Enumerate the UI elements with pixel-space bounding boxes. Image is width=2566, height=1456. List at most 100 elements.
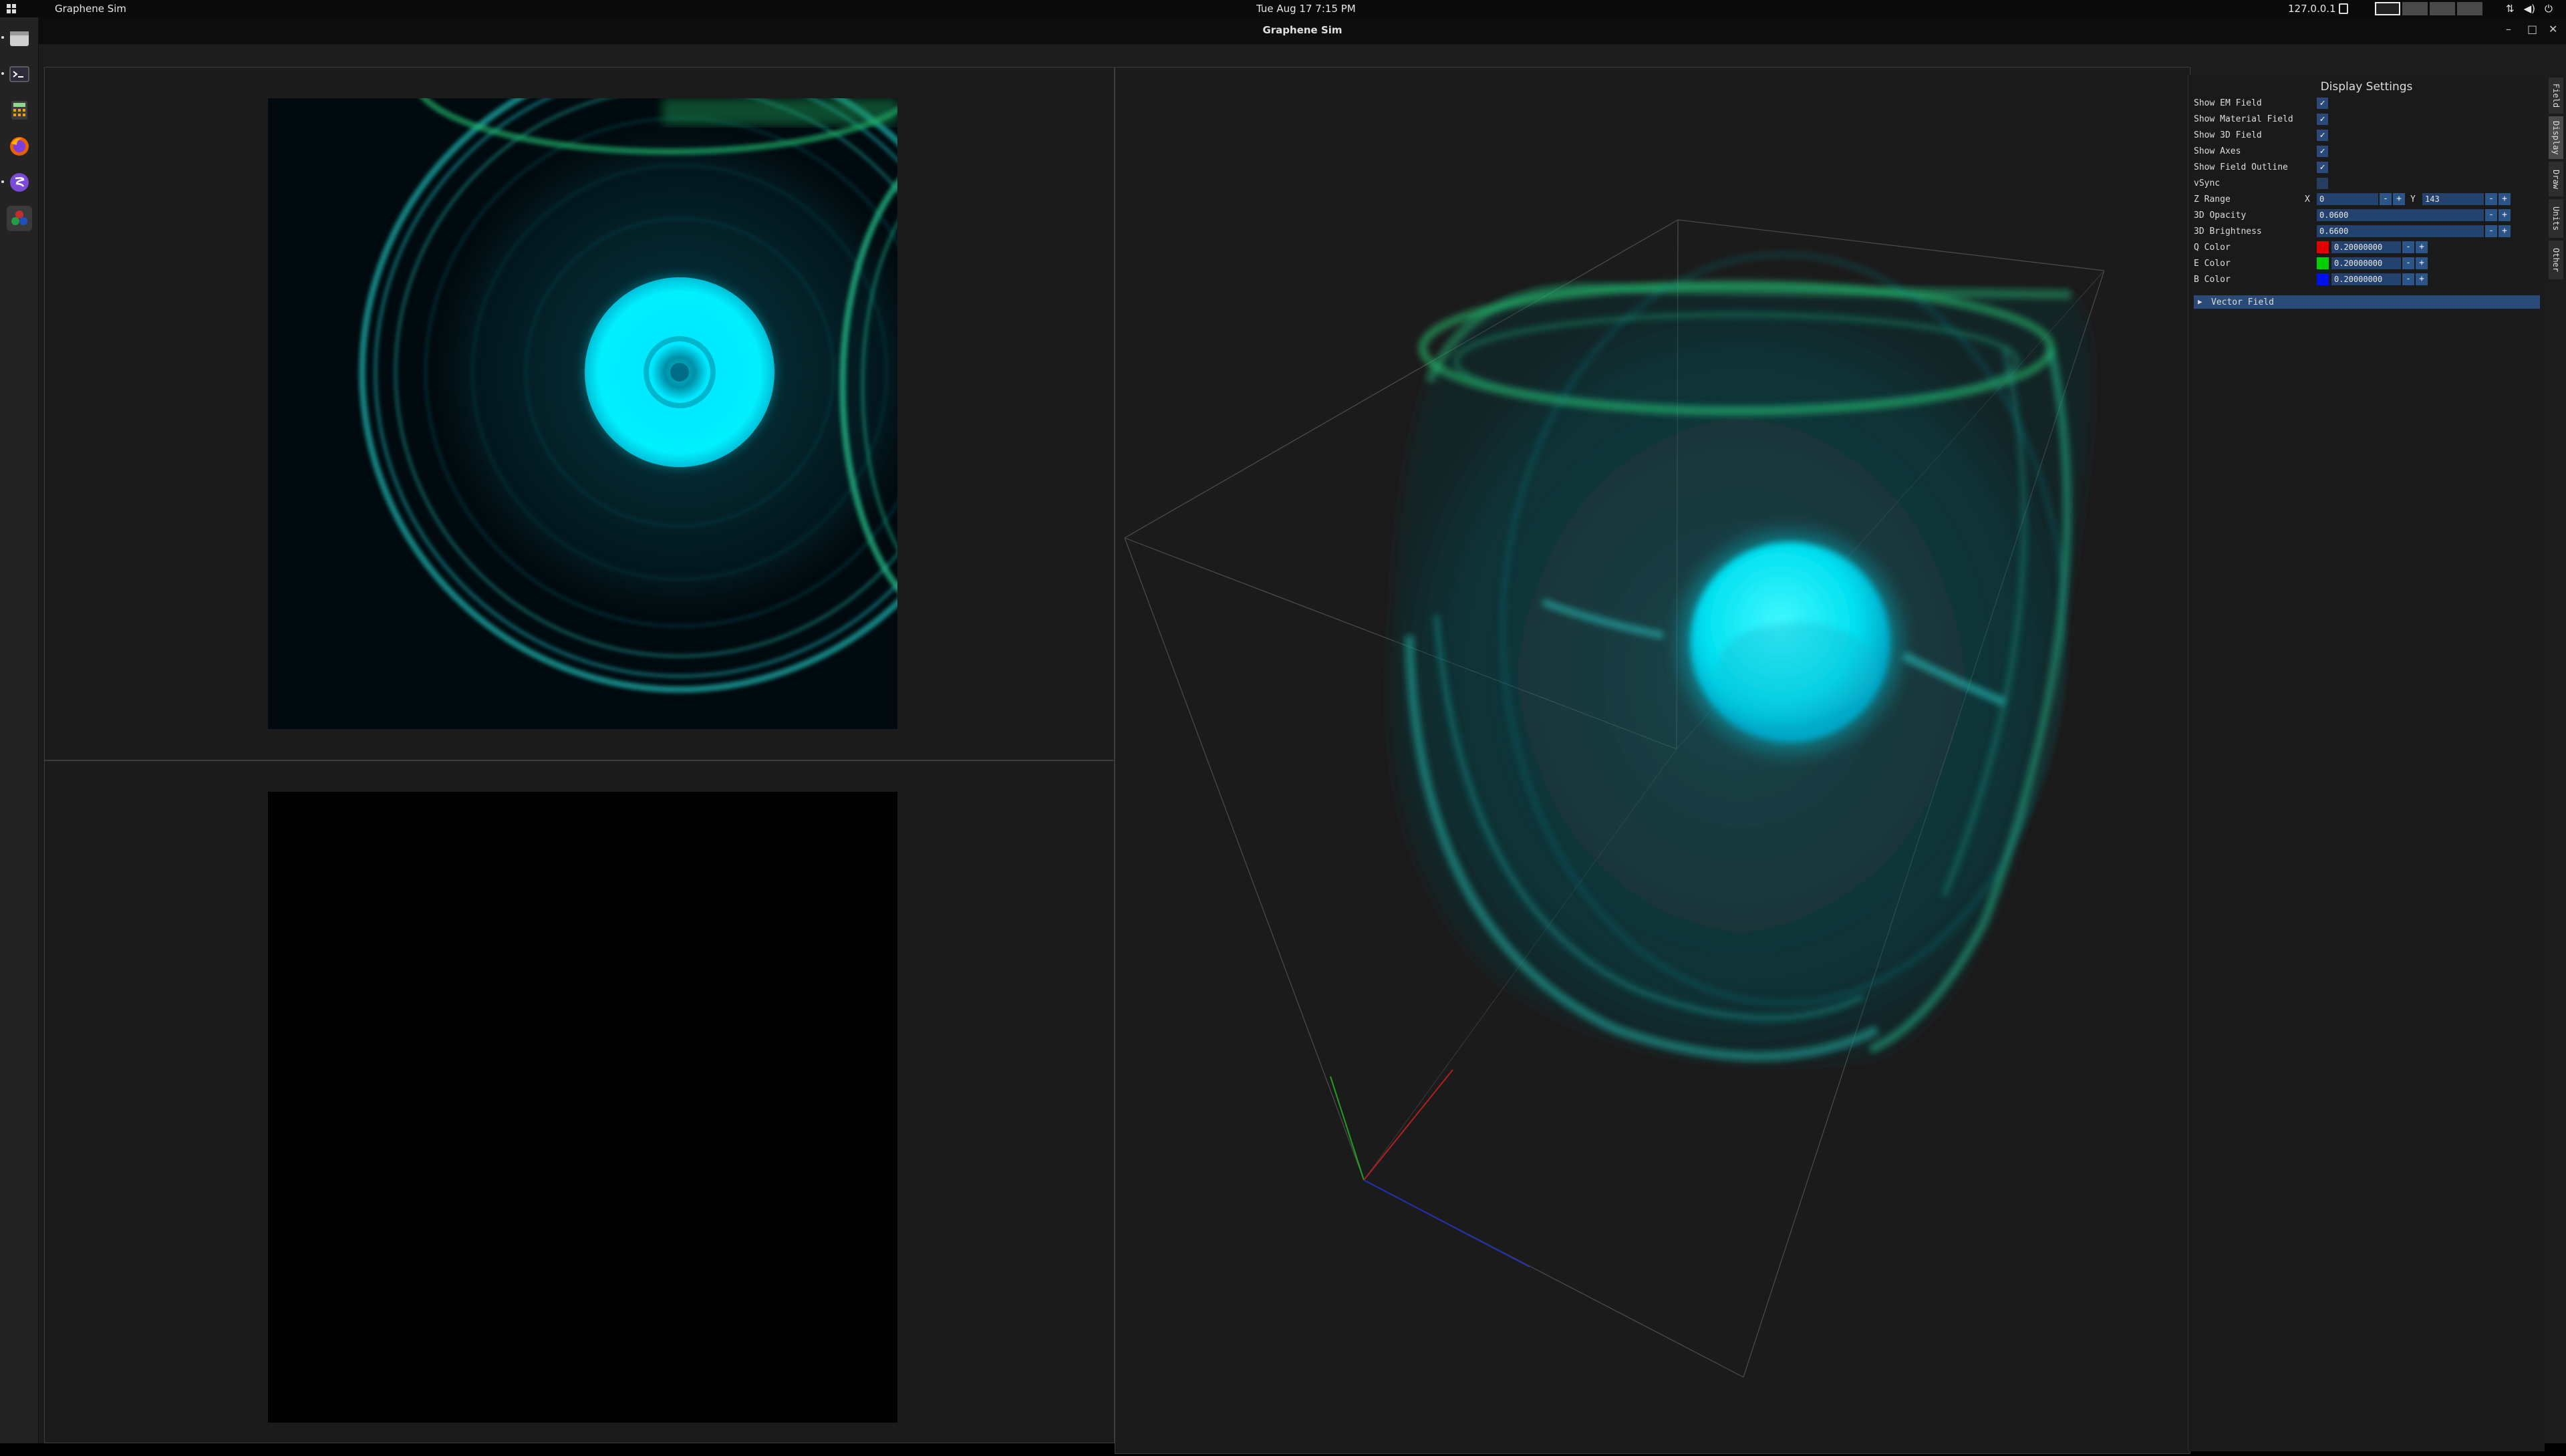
running-indicator [1,36,4,39]
system-monitor-icon[interactable] [2339,3,2348,14]
running-indicator [1,72,4,75]
show-3d-field-checkbox[interactable]: ✓ [2317,130,2328,141]
brightness-increment-button[interactable]: + [2499,225,2511,237]
network-icon[interactable]: ⇅ [2506,3,2515,15]
terminal-icon[interactable] [7,61,32,87]
e-color-increment-button[interactable]: + [2416,257,2428,269]
checkbox-label: Show Material Field [2194,114,2293,124]
brightness-row: 3D Brightness 0.6600 - + [2194,225,2541,238]
running-indicator [1,180,4,183]
z-range-label: Z Range [2194,194,2231,204]
workspace-switcher[interactable] [2375,2,2482,15]
window-title: Graphene Sim [1262,24,1342,36]
z-range-y-increment-button[interactable]: + [2499,193,2511,205]
checkbox-label: vSync [2194,178,2221,188]
settings-heading: Display Settings [2320,80,2413,94]
z-range-x-increment-button[interactable]: + [2393,193,2405,205]
window-titlebar[interactable]: Graphene Sim – □ ✕ [39,17,2566,44]
field-2d-panel[interactable] [44,67,1115,760]
z-range-y-decrement-button[interactable]: - [2485,193,2497,205]
workspace-1[interactable] [2375,2,2400,15]
q-color-swatch[interactable] [2317,241,2329,253]
q-color-decrement-button[interactable]: - [2402,241,2414,253]
show-axes-row: Show Axes ✓ [2194,144,2541,158]
b-color-decrement-button[interactable]: - [2402,273,2414,285]
b-color-input[interactable]: 0.20000000 [2331,273,2401,285]
vsync-checkbox[interactable] [2317,178,2328,189]
opacity-decrement-button[interactable]: - [2485,209,2497,221]
tab-units[interactable]: Units [2549,199,2563,238]
b-color-label: B Color [2194,275,2231,285]
tab-draw[interactable]: Draw [2549,162,2563,196]
b-color-increment-button[interactable]: + [2416,273,2428,285]
b-color-swatch[interactable] [2317,273,2329,285]
material-field-2d-view[interactable] [268,792,897,1423]
checkbox-label: Show Axes [2194,146,2241,156]
tab-display[interactable]: Display [2549,116,2563,159]
brightness-input[interactable]: 0.6600 [2317,225,2484,237]
system-tray[interactable]: ⇅ ◀) ⏻ [2506,3,2553,15]
z-range-row: Z Range X 0 - + Y 143 - + [2194,192,2541,206]
maximize-button[interactable]: □ [2527,23,2537,35]
field-3d-panel[interactable] [1115,67,2190,1454]
show-em-field-row: Show EM Field ✓ [2194,96,2541,110]
em-field-2d-view[interactable] [268,98,897,729]
brightness-decrement-button[interactable]: - [2485,225,2497,237]
e-color-decrement-button[interactable]: - [2402,257,2414,269]
z-range-y-label: Y [2410,194,2416,204]
show-em-field-checkbox[interactable]: ✓ [2317,98,2328,109]
vector-field-label: Vector Field [2211,297,2274,307]
ip-address: 127.0.0.1 [2288,3,2336,15]
z-range-y-input[interactable]: 143 [2422,193,2484,205]
close-button[interactable]: ✕ [2549,23,2557,35]
opacity-label: 3D Opacity [2194,210,2247,221]
activities-icon[interactable] [7,4,16,13]
system-top-bar: Graphene Sim Tue Aug 17 7:15 PM 127.0.0.… [0,0,2566,17]
opacity-input[interactable]: 0.0600 [2317,209,2484,221]
tab-other[interactable]: Other [2549,241,2563,279]
show-field-outline-checkbox[interactable]: ✓ [2317,162,2328,173]
show-material-field-row: Show Material Field ✓ [2194,112,2541,126]
clock[interactable]: Tue Aug 17 7:15 PM [1256,3,1356,15]
dock [0,17,39,1443]
workspace-4[interactable] [2457,2,2482,15]
e-color-swatch[interactable] [2317,257,2329,269]
power-icon[interactable]: ⏻ [2545,3,2553,15]
firefox-icon[interactable] [7,134,32,159]
app-window: Graphene Sim – □ ✕ Display Settings Show… [39,17,2566,1454]
z-range-x-decrement-button[interactable]: - [2380,193,2392,205]
show-3d-field-row: Show 3D Field ✓ [2194,128,2541,142]
workspace-3[interactable] [2430,2,2455,15]
vsync-row: vSync [2194,176,2541,190]
opacity-increment-button[interactable]: + [2499,209,2511,221]
q-color-row: Q Color 0.20000000 - + [2194,241,2541,254]
checkbox-label: Show EM Field [2194,98,2262,108]
app-content: Display Settings Show EM Field ✓ Show Ma… [39,44,2566,1454]
minimize-button[interactable]: – [2506,23,2511,35]
e-color-row: E Color 0.20000000 - + [2194,257,2541,270]
q-color-increment-button[interactable]: + [2416,241,2428,253]
z-range-x-input[interactable]: 0 [2317,193,2378,205]
workspace-2[interactable] [2402,2,2428,15]
show-axes-checkbox[interactable]: ✓ [2317,146,2328,157]
material-2d-panel[interactable] [44,760,1115,1443]
field-3d-view[interactable] [1115,67,2190,1453]
focused-app-name[interactable]: Graphene Sim [55,3,126,15]
calculator-icon[interactable] [7,98,32,123]
opacity-row: 3D Opacity 0.0600 - + [2194,208,2541,222]
show-field-outline-row: Show Field Outline ✓ [2194,160,2541,174]
volume-icon[interactable]: ◀) [2524,3,2535,15]
b-color-row: B Color 0.20000000 - + [2194,273,2541,286]
checkbox-label: Show 3D Field [2194,130,2262,140]
q-color-input[interactable]: 0.20000000 [2331,241,2401,253]
expand-arrow-icon: ▶ [2198,297,2202,306]
graphene-sim-icon[interactable] [7,206,32,231]
brightness-label: 3D Brightness [2194,227,2262,237]
files-icon[interactable] [7,25,32,51]
emacs-icon[interactable] [7,170,32,195]
vector-field-collapsible-header[interactable]: ▶ Vector Field [2194,295,2540,309]
e-color-label: E Color [2194,259,2231,269]
show-material-field-checkbox[interactable]: ✓ [2317,114,2328,125]
e-color-input[interactable]: 0.20000000 [2331,257,2401,269]
tab-field[interactable]: Field [2549,78,2563,114]
